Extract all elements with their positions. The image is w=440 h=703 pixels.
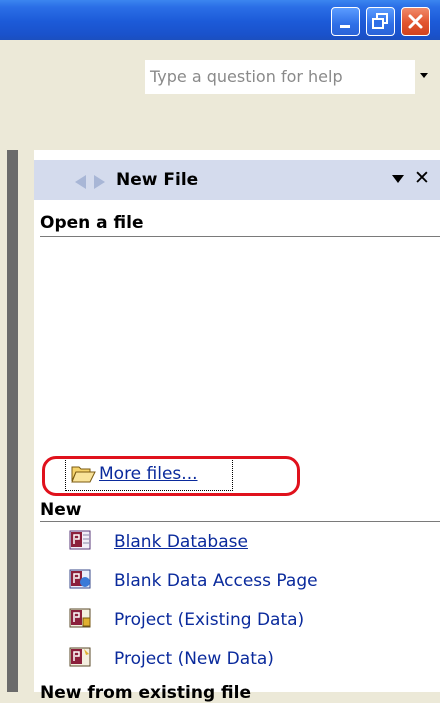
minimize-button[interactable] (331, 7, 360, 36)
section-new-heading: New (40, 500, 82, 520)
menu-band (0, 40, 440, 150)
pane-close-icon[interactable]: ✕ (414, 168, 430, 188)
new-item-blank-database[interactable]: Blank Database (114, 532, 248, 552)
divider (40, 521, 440, 522)
pane-splitter[interactable] (7, 150, 18, 692)
restore-button[interactable] (366, 7, 395, 36)
close-button[interactable] (401, 7, 430, 36)
minimize-icon (340, 25, 350, 28)
data-access-page-icon (69, 569, 91, 589)
forward-arrow-icon[interactable] (94, 175, 105, 189)
pane-menu-icon[interactable] (392, 175, 404, 183)
divider (40, 236, 440, 237)
task-pane-title: New File (116, 170, 199, 190)
help-search-input[interactable]: Type a question for help (145, 60, 415, 94)
project-existing-icon (69, 608, 91, 628)
restore-icon (372, 13, 388, 29)
section-existing-heading: New from existing file (40, 683, 252, 703)
new-item-project-existing-data[interactable]: Project (Existing Data) (114, 610, 304, 630)
new-item-project-new-data[interactable]: Project (New Data) (114, 649, 274, 669)
blank-database-icon (69, 530, 91, 550)
section-open-heading: Open a file (40, 213, 144, 233)
highlight-annotation (42, 456, 300, 496)
back-arrow-icon[interactable] (75, 175, 86, 189)
chevron-down-icon[interactable] (420, 73, 428, 78)
new-item-blank-data-access-page[interactable]: Blank Data Access Page (114, 571, 318, 591)
project-new-icon (69, 647, 91, 667)
close-icon (408, 14, 423, 29)
